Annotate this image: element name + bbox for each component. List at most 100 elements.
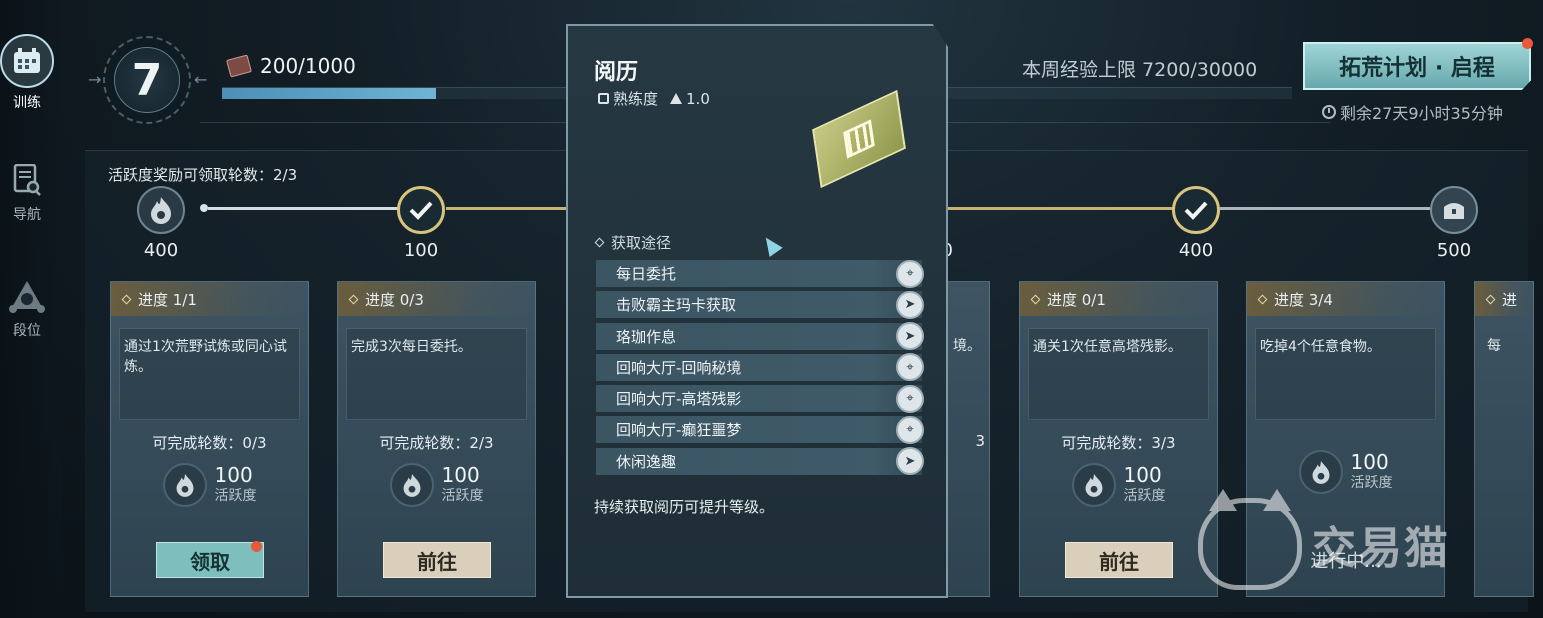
task-description: 完成3次每日委托。 (346, 328, 527, 420)
task-card: 进度 0/1 通关1次任意高塔残影。 可完成轮数：3/3 100 活跃度 前往 (1019, 281, 1218, 597)
task-card-partial: 进 每 (1474, 281, 1534, 597)
sidebar-item-training[interactable]: 训练 (0, 34, 54, 112)
event-timer-text: 剩余27天9小时35分钟 (1340, 104, 1503, 123)
flame-icon (162, 463, 207, 507)
reward-amount: 100 (441, 463, 480, 487)
source-item[interactable]: 回响大厅-高塔残影 ⌖ (596, 384, 924, 413)
milestone-node[interactable] (397, 186, 445, 234)
claim-button[interactable]: 领取 (156, 542, 264, 578)
proficiency-label: 熟练度 (613, 90, 659, 108)
left-sidebar: 训练 导航 段位 (0, 0, 62, 618)
task-card: 进度 0/3 完成3次每日委托。 可完成轮数：2/3 100 活跃度 前往 (337, 281, 536, 597)
track-segment (1220, 207, 1430, 210)
source-item[interactable]: 回响大厅-癫狂噩梦 ⌖ (596, 415, 924, 444)
task-progress: 进度 1/1 (111, 282, 308, 316)
task-reward: 100 活跃度 (1247, 450, 1444, 494)
rank-emblem-icon (7, 276, 47, 316)
level-badge: 7 (103, 36, 191, 124)
source-label: 回响大厅-癫狂噩梦 (616, 421, 742, 440)
milestone-node[interactable] (1430, 186, 1478, 234)
milestone-value: 400 (143, 240, 179, 261)
chevron-right-icon: ← (194, 70, 208, 89)
flame-icon (1071, 463, 1116, 507)
source-label: 回响大厅-回响秘境 (616, 358, 742, 377)
diamond-icon (1257, 294, 1268, 304)
watermark: 交易猫 (1198, 489, 1450, 590)
reward-unit: 活跃度 (1350, 475, 1393, 491)
map-pin-icon[interactable]: ⌖ (896, 259, 924, 288)
clock-icon (1322, 105, 1336, 119)
task-progress (941, 282, 989, 316)
task-rounds: 可完成轮数：2/3 (379, 434, 494, 452)
milestone-value: 100 (403, 240, 439, 261)
arrow-go-icon[interactable]: ➤ (896, 322, 924, 351)
go-button[interactable]: 前往 (383, 542, 491, 578)
popup-footer-text: 持续获取阅历可提升等级。 (594, 498, 775, 516)
source-item[interactable]: 每日委托 ⌖ (596, 259, 924, 288)
document-search-icon (7, 160, 47, 200)
task-progress-text: 进度 0/1 (1047, 290, 1106, 309)
chest-icon (1444, 203, 1464, 219)
diamond-icon (348, 294, 359, 304)
map-pin-icon[interactable]: ⌖ (896, 415, 924, 444)
task-description: 通关1次任意高塔残影。 (1028, 328, 1209, 420)
task-description: 通过1次荒野试炼或同心试炼。 (119, 328, 300, 420)
notification-dot (1522, 38, 1533, 49)
sidebar-item-navigation[interactable]: 导航 (0, 160, 54, 224)
source-item[interactable]: 珞珈作息 ➤ (596, 322, 924, 351)
event-plan-button[interactable]: 拓荒计划 · 启程 (1303, 42, 1531, 90)
reward-amount: 100 (1123, 463, 1162, 487)
item-book-icon (812, 89, 906, 189)
source-item[interactable]: 休闲逸趣 ➤ (596, 447, 924, 476)
milestone-value: 400 (1178, 240, 1214, 261)
map-pin-icon[interactable]: ⌖ (896, 353, 924, 382)
map-pin-icon[interactable]: ⌖ (896, 384, 924, 413)
source-item[interactable]: 回响大厅-回响秘境 ⌖ (596, 353, 924, 382)
task-progress: 进度 0/3 (338, 282, 535, 316)
task-reward: 100 活跃度 (1020, 463, 1217, 507)
task-rounds: 可完成轮数：3/3 (1061, 434, 1176, 452)
task-reward: 100 活跃度 (111, 463, 308, 507)
milestone-node[interactable] (137, 186, 185, 234)
calendar-icon (0, 34, 54, 88)
diamond-icon (1485, 294, 1496, 304)
reward-unit: 活跃度 (214, 488, 257, 504)
task-description: 每 (1487, 338, 1501, 354)
diamond-icon (1030, 294, 1041, 304)
sidebar-item-rank[interactable]: 段位 (0, 276, 54, 340)
track-segment (208, 207, 400, 210)
exp-progress-fill (222, 88, 436, 99)
arrow-go-icon[interactable]: ➤ (896, 447, 924, 476)
sources-list: 每日委托 ⌖ 击败霸主玛卡获取 ➤ 珞珈作息 ➤ 回响大厅-回响秘境 ⌖ 回响大厅-高塔… (596, 259, 924, 479)
arrow-go-icon[interactable]: ➤ (896, 290, 924, 319)
weekly-exp-cap: 本周经验上限 7200/30000 (1022, 59, 1258, 81)
reward-unit: 活跃度 (1123, 488, 1166, 504)
level-number: 7 (114, 47, 180, 113)
milestone-node[interactable] (1172, 186, 1220, 234)
diamond-icon (121, 294, 132, 304)
go-button[interactable]: 前往 (1065, 542, 1173, 578)
item-detail-popup: 阅历 熟练度 1.0 获取途径 每日委托 ⌖ 击败霸主玛卡获取 ➤ 珞珈作息 ➤ 回响… (566, 24, 948, 598)
sidebar-item-label: 导航 (13, 207, 41, 223)
book-icon (226, 54, 252, 78)
exp-row: 200/1000 (226, 54, 356, 78)
task-progress-text: 进 (1502, 290, 1518, 309)
event-timer: 剩余27天9小时35分钟 (1322, 100, 1503, 124)
task-progress: 进度 3/4 (1247, 282, 1444, 316)
flame-icon (1298, 450, 1343, 494)
task-reward: 100 活跃度 (338, 463, 535, 507)
proficiency-icon (598, 93, 609, 104)
chevron-left-icon: → (88, 70, 102, 89)
track-start-dot (200, 204, 208, 212)
source-label: 休闲逸趣 (616, 452, 677, 471)
source-label: 珞珈作息 (616, 327, 677, 346)
track-segment (446, 207, 566, 210)
proficiency-value: 1.0 (686, 89, 710, 108)
weight-icon (670, 93, 683, 104)
task-description: 吃掉4个任意食物。 (1255, 328, 1436, 420)
exp-value: 200/1000 (260, 54, 356, 78)
task-progress: 进 (1475, 282, 1533, 316)
source-item[interactable]: 击败霸主玛卡获取 ➤ (596, 290, 924, 319)
source-label: 击败霸主玛卡获取 (616, 296, 737, 315)
sidebar-item-label: 段位 (13, 323, 41, 339)
